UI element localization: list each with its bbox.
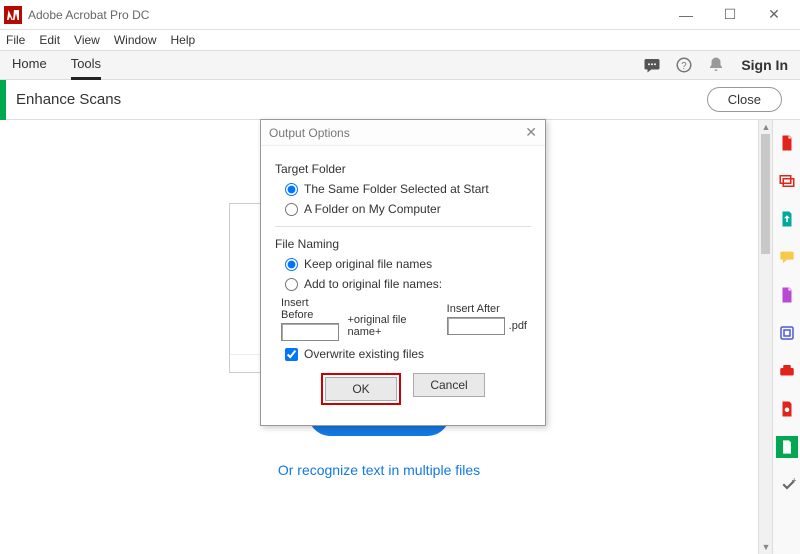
- radio-keep-names[interactable]: [285, 258, 298, 271]
- radio-same-folder-label: The Same Folder Selected at Start: [304, 182, 489, 196]
- radio-add-names-label: Add to original file names:: [304, 277, 442, 291]
- insert-before-label: Insert Before: [281, 297, 343, 321]
- insert-after-input[interactable]: [447, 317, 505, 335]
- dialog-close-icon[interactable]: ✕: [525, 124, 537, 141]
- target-folder-label: Target Folder: [275, 162, 531, 176]
- radio-other-folder-label: A Folder on My Computer: [304, 202, 441, 216]
- cancel-button[interactable]: Cancel: [413, 373, 485, 397]
- insert-after-label: Insert After: [447, 303, 505, 315]
- overwrite-checkbox[interactable]: [285, 348, 298, 361]
- dialog-overlay: Output Options ✕ Target Folder The Same …: [0, 0, 800, 554]
- dialog-title: Output Options: [269, 126, 350, 140]
- output-options-dialog: Output Options ✕ Target Folder The Same …: [260, 119, 546, 426]
- file-naming-label: File Naming: [275, 237, 531, 251]
- overwrite-label: Overwrite existing files: [304, 347, 424, 361]
- ok-highlight: OK: [321, 373, 401, 405]
- insert-before-input[interactable]: [281, 323, 339, 341]
- radio-add-names[interactable]: [285, 278, 298, 291]
- ok-button[interactable]: OK: [325, 377, 397, 401]
- original-filename-text: +original file name+: [347, 314, 442, 338]
- radio-same-folder[interactable]: [285, 183, 298, 196]
- dialog-titlebar[interactable]: Output Options ✕: [261, 120, 545, 146]
- ext-label: .pdf: [509, 320, 527, 332]
- radio-keep-names-label: Keep original file names: [304, 257, 432, 271]
- radio-other-folder[interactable]: [285, 203, 298, 216]
